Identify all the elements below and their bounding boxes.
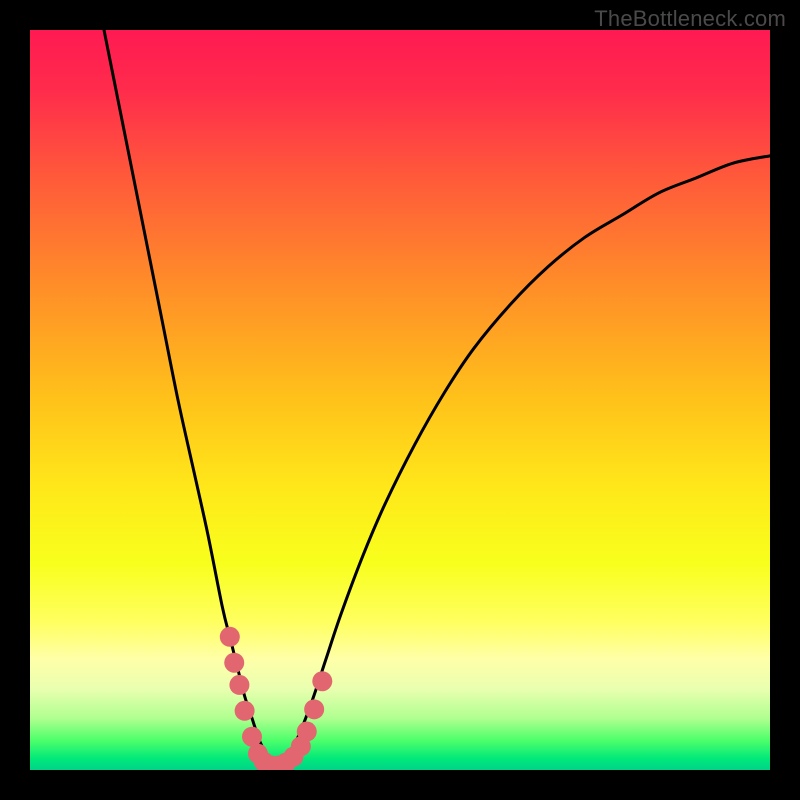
chart-frame: TheBottleneck.com	[0, 0, 800, 800]
bead-marker	[229, 675, 249, 695]
plot-area	[30, 30, 770, 770]
bead-marker	[297, 722, 317, 742]
bead-marker	[304, 699, 324, 719]
bottleneck-curve	[104, 30, 770, 770]
bead-marker	[242, 727, 262, 747]
bead-marker	[312, 671, 332, 691]
curve-layer	[30, 30, 770, 770]
bead-marker	[224, 653, 244, 673]
watermark-text: TheBottleneck.com	[594, 6, 786, 32]
marker-beads	[220, 627, 332, 770]
bead-marker	[235, 701, 255, 721]
bead-marker	[220, 627, 240, 647]
